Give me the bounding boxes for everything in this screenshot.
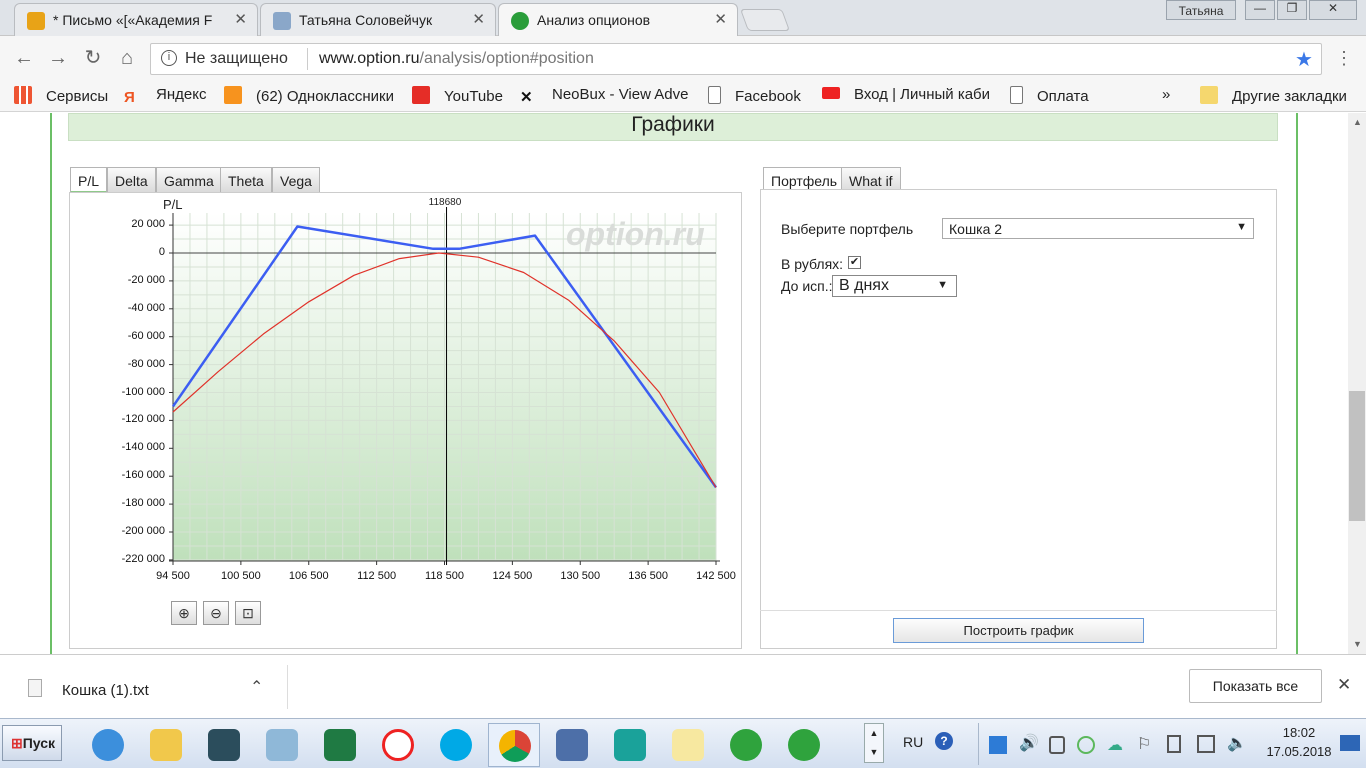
- skype-taskbar-icon[interactable]: [430, 723, 482, 767]
- y-axis-label: P/L: [163, 197, 183, 212]
- rubles-checkbox[interactable]: ✔: [848, 256, 861, 269]
- help-icon[interactable]: ?: [935, 732, 953, 750]
- clover-taskbar-icon[interactable]: [778, 723, 830, 767]
- chrome-taskbar-icon[interactable]: [488, 723, 540, 767]
- expiry-label: До исп.:: [781, 278, 833, 294]
- dropdown-arrow-icon: ▼: [937, 279, 948, 291]
- yandex-browser-taskbar-icon[interactable]: [372, 723, 424, 767]
- portfolio-select[interactable]: Кошка 2 ▼: [942, 218, 1254, 239]
- sync-icon[interactable]: [1077, 736, 1095, 754]
- y-tick-label: -180 000: [121, 497, 165, 510]
- y-tick-label: -100 000: [121, 385, 165, 398]
- windows-icon: ⊞: [11, 735, 23, 751]
- taskbar-scroll[interactable]: ▲ ▼: [864, 723, 884, 763]
- portfolio-value: Кошка 2: [949, 221, 1003, 237]
- display-icon[interactable]: [1197, 735, 1215, 753]
- flag-icon[interactable]: ⚐: [1137, 734, 1151, 754]
- taskbar: ⊞Пуск ▲ ▼ RU ? 🔊 ☁ ⚐ 🔈 18:02 17.05.2018: [0, 718, 1366, 768]
- cloud-check-icon[interactable]: ☁: [1107, 735, 1123, 755]
- usb-icon[interactable]: [1049, 736, 1065, 754]
- y-tick-label: -160 000: [121, 469, 165, 482]
- x-tick-label: 112 500: [357, 570, 397, 582]
- panel-divider: [760, 610, 1277, 611]
- watermark: option.ru: [566, 216, 705, 252]
- divider: [287, 665, 288, 709]
- y-tick-label: -60 000: [127, 329, 165, 342]
- zoom-in-button[interactable]: ⊕: [171, 601, 197, 625]
- x-tick-label: 130 500: [560, 570, 601, 582]
- clock[interactable]: 18:02 17.05.2018: [1262, 725, 1336, 759]
- system-tray: 🔊 ☁ ⚐ 🔈: [978, 723, 1248, 765]
- scroll-down-icon[interactable]: ▼: [1353, 639, 1362, 649]
- start-button[interactable]: ⊞Пуск: [2, 725, 62, 761]
- zoom-reset-button[interactable]: ⊡: [235, 601, 261, 625]
- close-icon[interactable]: ✕: [1337, 675, 1351, 695]
- portfolio-label: Выберите портфель: [781, 221, 914, 237]
- ie-taskbar-icon[interactable]: [82, 723, 134, 767]
- rubles-label: В рублях:: [781, 256, 844, 272]
- x-tick-label: 100 500: [220, 570, 261, 582]
- download-item[interactable]: Кошка (1).txt: [62, 682, 149, 699]
- y-tick-label: -220 000: [121, 552, 165, 565]
- expiry-value: В днях: [839, 277, 889, 294]
- candles-taskbar-icon[interactable]: [662, 723, 714, 767]
- notepad-taskbar-icon[interactable]: [256, 723, 308, 767]
- chevron-up-icon[interactable]: ⌃: [250, 677, 263, 697]
- language-indicator[interactable]: RU: [903, 734, 923, 750]
- battery-icon[interactable]: [1167, 735, 1181, 753]
- x-tick-label: 124 500: [492, 570, 533, 582]
- x-tick-label: 136 500: [628, 570, 668, 582]
- x-tick-label: 94 500: [156, 570, 190, 582]
- y-tick-label: -40 000: [127, 301, 165, 314]
- clock-time: 18:02: [1282, 725, 1316, 740]
- zoom-out-button[interactable]: ⊖: [203, 601, 229, 625]
- shield-taskbar-icon[interactable]: [198, 723, 250, 767]
- y-tick-label: -140 000: [121, 441, 165, 454]
- scroll-up-icon[interactable]: ▲: [1353, 117, 1362, 127]
- y-tick-label: -120 000: [121, 413, 165, 426]
- scroll-thumb[interactable]: [1349, 391, 1365, 521]
- x-tick-label: 142 500: [696, 570, 736, 582]
- marker-label: 118680: [428, 197, 462, 208]
- y-tick-label: 0: [158, 246, 165, 258]
- start-label: Пуск: [22, 735, 56, 751]
- x-tick-label: 106 500: [288, 570, 329, 582]
- file-icon: [28, 679, 42, 697]
- download-bar: Кошка (1).txt ⌃ Показать все ✕: [0, 654, 1366, 718]
- remote-desktop-taskbar-icon[interactable]: [546, 723, 598, 767]
- excel-taskbar-icon[interactable]: [314, 723, 366, 767]
- volume-icon[interactable]: 🔊: [1019, 733, 1039, 753]
- speaker-icon[interactable]: 🔈: [1227, 733, 1247, 753]
- build-chart-button[interactable]: Построить график: [893, 618, 1144, 643]
- y-tick-label: -20 000: [127, 273, 165, 286]
- dropdown-arrow-icon: ▼: [1236, 221, 1247, 233]
- show-all-button[interactable]: Показать все: [1189, 669, 1322, 703]
- page-scrollbar[interactable]: ▲ ▼: [1348, 113, 1366, 654]
- y-tick-label: -80 000: [127, 357, 165, 370]
- quik-taskbar-icon[interactable]: [604, 723, 656, 767]
- y-tick-label: -200 000: [121, 525, 165, 537]
- expiry-select[interactable]: В днях ▼: [832, 275, 957, 297]
- show-desktop-icon[interactable]: [1340, 735, 1360, 751]
- network-icon[interactable]: [989, 736, 1007, 754]
- explorer-taskbar-icon[interactable]: [140, 723, 192, 767]
- y-tick-label: 20 000: [131, 218, 165, 231]
- clock-date: 17.05.2018: [1266, 744, 1332, 759]
- clover-taskbar-icon[interactable]: [720, 723, 772, 767]
- x-tick-label: 118 500: [425, 570, 464, 582]
